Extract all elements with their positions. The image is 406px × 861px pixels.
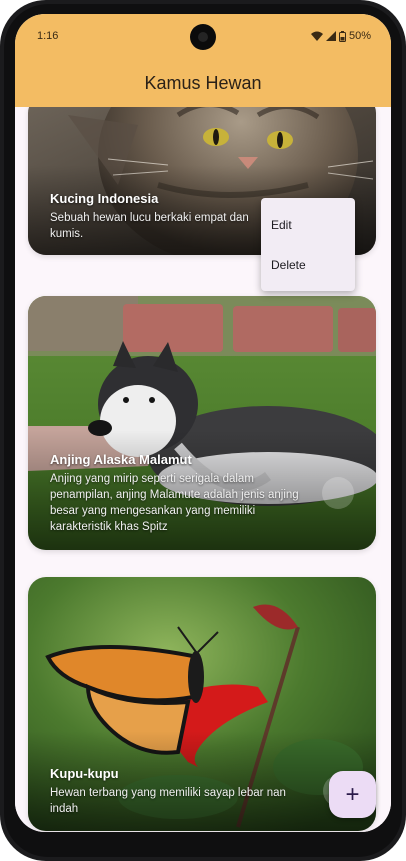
card-description: Anjing yang mirip seperti serigala dalam…	[50, 473, 299, 533]
battery-icon	[338, 30, 346, 42]
status-time: 1:16	[37, 30, 59, 42]
add-animal-button[interactable]: +	[329, 771, 376, 818]
animal-card-butterfly[interactable]: Kupu-kupu Hewan terbang yang memiliki sa…	[28, 577, 376, 831]
card-title: Kupu-kupu	[50, 766, 119, 781]
menu-item-edit[interactable]: Edit	[271, 218, 292, 232]
card-menu-button[interactable]	[322, 477, 354, 509]
status-bar: 1:16 50%	[15, 14, 391, 60]
plus-icon: +	[345, 780, 360, 808]
wifi-icon	[310, 31, 323, 41]
menu-item-delete[interactable]: Delete	[271, 258, 306, 272]
app-bar: Kamus Hewan	[15, 60, 391, 107]
card-list[interactable]: Kucing Indonesia Sebuah hewan lucu berka…	[15, 107, 391, 832]
front-camera	[190, 24, 216, 50]
screen: 1:16 50% Kamus Hewan Kucing Indonesia Se…	[15, 14, 391, 832]
animal-card-dog[interactable]: Anjing Alaska Malamut Anjing yang mirip …	[28, 296, 376, 550]
card-description: Sebuah hewan lucu berkaki empat dan kumi…	[50, 212, 249, 240]
card-popup-menu: Edit Delete	[261, 198, 355, 291]
signal-icon	[325, 31, 336, 41]
status-icons: 50%	[310, 30, 371, 42]
card-title: Anjing Alaska Malamut	[50, 452, 192, 467]
card-title: Kucing Indonesia	[50, 191, 159, 206]
card-description: Hewan terbang yang memiliki sayap lebar …	[50, 787, 286, 815]
phone-frame: 1:16 50% Kamus Hewan Kucing Indonesia Se…	[0, 0, 406, 861]
page-title: Kamus Hewan	[144, 73, 262, 93]
battery-percent: 50%	[348, 30, 371, 42]
